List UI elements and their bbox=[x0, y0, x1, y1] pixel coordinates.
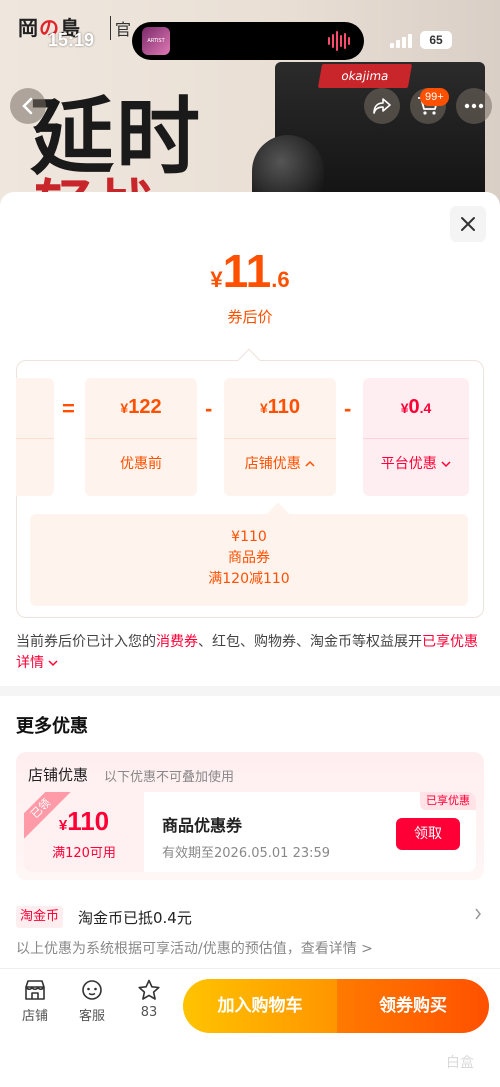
bottom-action-bar: 店铺 客服 83 加入购物车 领券购买 bbox=[0, 968, 500, 1087]
add-to-cart-button[interactable]: 加入购物车 bbox=[183, 979, 337, 1033]
original-price-label: 优惠前 bbox=[120, 456, 162, 472]
coupon-value-panel: 已领 ¥110 满120可用 bbox=[24, 792, 144, 872]
cart-count-badge: 99+ bbox=[420, 88, 449, 106]
price-note: 当前券后价已计入您的消费券、红包、购物券、淘金币等权益展开已享优惠详情 bbox=[16, 634, 478, 671]
audio-wave-icon bbox=[328, 31, 352, 51]
chevron-down-icon bbox=[48, 660, 58, 667]
claim-coupon-button[interactable]: 领取 bbox=[396, 818, 460, 850]
close-icon bbox=[461, 217, 475, 231]
star-icon bbox=[138, 979, 160, 1000]
final-price-label: 券后价 bbox=[227, 308, 273, 326]
shop-offers-subtitle: 以下优惠不可叠加使用 bbox=[104, 770, 235, 785]
price-detail-sheet: ¥11.6 券后价 = ¥122 优惠前 - ¥110 店铺优惠 - ¥0.4 … bbox=[0, 192, 500, 1087]
shop-discount-toggle[interactable]: 店铺优惠 bbox=[224, 453, 336, 473]
coupon-condition: 满120可用 bbox=[52, 846, 116, 861]
back-button[interactable] bbox=[10, 88, 46, 124]
shop-discount-cell[interactable]: ¥110 店铺优惠 bbox=[224, 378, 336, 496]
platform-discount-toggle[interactable]: 平台优惠 bbox=[363, 453, 469, 473]
taojinbi-tag: 淘金币 bbox=[16, 906, 64, 928]
signal-icon bbox=[390, 34, 412, 48]
calc-cell-partial bbox=[16, 378, 54, 496]
shop-offers-title: 店铺优惠 bbox=[28, 766, 89, 784]
taojinbi-text: 淘金币已抵0.4元 bbox=[78, 909, 192, 927]
close-button[interactable] bbox=[450, 206, 486, 242]
claim-and-buy-button[interactable]: 领券购买 bbox=[337, 979, 489, 1033]
coupon-detail-amount: ¥110 bbox=[231, 529, 267, 545]
product-brand-label: okajima bbox=[317, 64, 413, 88]
taojinbi-row[interactable]: 淘金币 淘金币已抵0.4元 bbox=[16, 904, 486, 932]
chevron-up-icon bbox=[305, 460, 315, 467]
watermark: 白盒 bbox=[446, 1055, 474, 1071]
shop-coupon-detail: ¥110 商品券 满120减110 bbox=[30, 502, 468, 606]
status-time: 15:19 bbox=[48, 30, 95, 50]
share-icon bbox=[373, 98, 391, 114]
status-bar: 15:19 ARTIST 65 bbox=[0, 22, 500, 60]
coupon-expiry: 有效期至2026.05.01 23:59 bbox=[162, 846, 331, 861]
customer-service-icon bbox=[82, 980, 102, 1000]
favorite-tab[interactable]: 83 bbox=[124, 979, 174, 1020]
share-button[interactable] bbox=[364, 88, 400, 124]
shop-tab[interactable]: 店铺 bbox=[10, 979, 60, 1024]
more-dots-icon bbox=[464, 103, 484, 109]
now-playing-artwork: ARTIST bbox=[142, 27, 170, 55]
platform-discount-cell[interactable]: ¥0.4 平台优惠 bbox=[363, 378, 469, 496]
more-offers-title: 更多优惠 bbox=[16, 716, 88, 737]
equals-sign: = bbox=[62, 396, 75, 421]
final-price: ¥11.6 bbox=[210, 245, 290, 297]
estimate-disclaimer[interactable]: 以上优惠为系统根据可享活动/优惠的预估值，查看详情 > bbox=[16, 938, 373, 958]
battery-icon: 65 bbox=[420, 31, 452, 49]
chevron-right-icon bbox=[474, 906, 482, 925]
more-button[interactable] bbox=[456, 88, 492, 124]
shop-icon bbox=[25, 980, 45, 1000]
coupon-name: 商品优惠券 bbox=[162, 816, 243, 835]
chevron-down-icon bbox=[441, 461, 451, 468]
minus-sign-1: - bbox=[205, 396, 213, 421]
shop-offers-card: 店铺优惠 以下优惠不可叠加使用 已领 ¥110 满120可用 商品优惠券 有效期… bbox=[16, 752, 484, 880]
original-price-cell: ¥122 优惠前 bbox=[85, 378, 197, 496]
service-tab[interactable]: 客服 bbox=[67, 979, 117, 1024]
chevron-left-icon bbox=[22, 97, 33, 115]
enjoyed-badge: 已享优惠 bbox=[420, 792, 476, 810]
section-divider bbox=[0, 686, 500, 696]
coupon-detail-type: 商品券 bbox=[228, 550, 270, 566]
coupon-detail-rule: 满120减110 bbox=[208, 571, 290, 587]
dynamic-island[interactable]: ARTIST bbox=[132, 22, 364, 60]
minus-sign-2: - bbox=[344, 396, 352, 421]
coupon-item: 已领 ¥110 满120可用 商品优惠券 有效期至2026.05.01 23:5… bbox=[24, 792, 476, 872]
